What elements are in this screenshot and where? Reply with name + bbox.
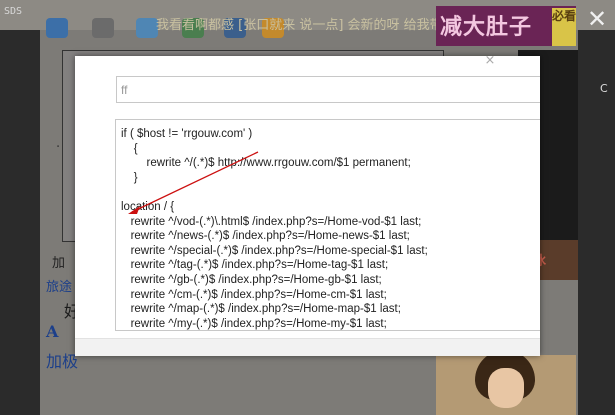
code-line: }: [121, 171, 138, 184]
ad-tag: 必看: [552, 8, 576, 46]
code-line: location / {: [121, 200, 175, 213]
right-margin: [578, 30, 615, 415]
code-line: if ( $host != 'rrgouw.com' ): [121, 128, 253, 140]
code-line: rewrite ^/vod-(.*)\.html$ /index.php?s=/…: [121, 215, 422, 228]
code-line: rewrite ^/gb-(.*)$ /index.php?s=/Home-gb…: [121, 273, 382, 286]
tab-label: SDS: [4, 6, 23, 17]
code-dialog: if ( $host != 'rrgouw.com' ) { rewrite ^…: [75, 56, 540, 356]
code-editor[interactable]: if ( $host != 'rrgouw.com' ) { rewrite ^…: [115, 119, 540, 331]
microphone-icon[interactable]: [92, 18, 114, 38]
character-face: [488, 368, 524, 408]
title-input[interactable]: [116, 76, 540, 103]
bleed-text-1: 加: [52, 256, 66, 271]
left-margin: [0, 30, 40, 415]
bleed-dot: ·: [56, 140, 61, 155]
code-lines: if ( $host != 'rrgouw.com' ) { rewrite ^…: [116, 120, 540, 330]
bleed-link[interactable]: 旅途: [46, 276, 72, 295]
code-line: rewrite ^/tag-(.*)$ /index.php?s=/Home-t…: [121, 259, 389, 272]
close-icon[interactable]: ✕: [584, 6, 610, 32]
font-size-icon[interactable]: A: [46, 322, 58, 341]
globe-icon[interactable]: [46, 18, 68, 38]
dialog-footer: [75, 338, 540, 356]
right-edge-label: C: [600, 82, 608, 95]
code-line: rewrite ^/special-(.*)$ /index.php?s=/Ho…: [121, 244, 428, 257]
bleed-text-3: 加极: [46, 352, 79, 371]
image-icon[interactable]: [136, 18, 158, 38]
code-line: rewrite ^/map-(.*)$ /index.php?s=/Home-m…: [121, 303, 401, 316]
dialog-close-icon[interactable]: ×: [482, 54, 498, 68]
code-line: rewrite ^/news-(.*)$ /index.php?s=/Home-…: [121, 230, 410, 243]
code-line: rewrite ^/(.*)$ http://www.rrgouw.com/$1…: [121, 157, 411, 170]
ad-text: 减大肚子: [440, 15, 533, 40]
code-line: rewrite ^/my-(.*)$ /index.php?s=/Home-my…: [121, 317, 387, 330]
code-line: rewrite ^/cm-(.*)$ /index.php?s=/Home-cm…: [121, 288, 387, 301]
code-line: {: [121, 142, 138, 155]
